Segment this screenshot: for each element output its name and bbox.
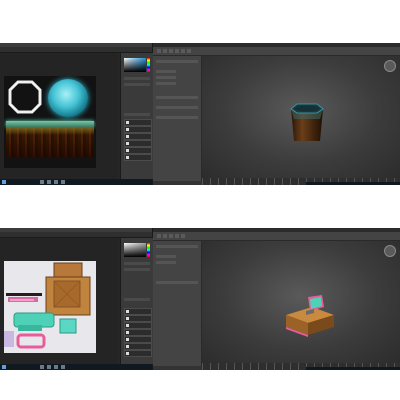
photoshop-right-panels xyxy=(120,238,153,364)
taskbar-app-icon[interactable] xyxy=(47,180,51,184)
photoshop-document-area xyxy=(0,238,118,364)
taskbar-app-icon[interactable] xyxy=(40,180,44,184)
layer-item[interactable] xyxy=(124,308,152,315)
layer-item[interactable] xyxy=(124,315,152,322)
modifier-list[interactable] xyxy=(156,96,198,99)
panel-tab-row[interactable] xyxy=(124,77,150,80)
photoshop-window xyxy=(0,228,153,370)
command-button[interactable] xyxy=(156,255,176,258)
texture-canvas[interactable] xyxy=(4,261,96,353)
layer-item[interactable] xyxy=(124,329,152,336)
screenshot-top xyxy=(0,43,400,185)
panel-tab-row[interactable] xyxy=(124,268,150,271)
layer-item[interactable] xyxy=(124,154,152,161)
taskbar-app-icon[interactable] xyxy=(54,180,58,184)
toolbar-button[interactable] xyxy=(157,49,161,53)
toolbar-button[interactable] xyxy=(181,234,185,238)
modifier-list[interactable] xyxy=(156,281,198,284)
toolbar-button[interactable] xyxy=(169,234,173,238)
3dsmax-window xyxy=(153,43,400,185)
uv-texture-layout xyxy=(4,262,91,349)
panel-tab-row[interactable] xyxy=(124,262,150,265)
barrel-model[interactable] xyxy=(287,101,327,146)
toolbar-button[interactable] xyxy=(175,234,179,238)
layer-item[interactable] xyxy=(124,140,152,147)
layer-item[interactable] xyxy=(124,119,152,126)
windows-taskbar xyxy=(0,179,152,185)
command-button[interactable] xyxy=(156,82,176,85)
toolbar-button[interactable] xyxy=(163,49,167,53)
taskbar-app-icon[interactable] xyxy=(40,365,44,369)
hue-slider[interactable] xyxy=(147,58,150,72)
panel-tab-row[interactable] xyxy=(124,83,150,86)
glow-circle-texture xyxy=(48,79,88,117)
layer-item[interactable] xyxy=(124,126,152,133)
texture-canvas[interactable] xyxy=(4,76,96,168)
cash-register-model[interactable] xyxy=(282,293,338,337)
taskbar-app-icon[interactable] xyxy=(54,365,58,369)
layer-item[interactable] xyxy=(124,350,152,357)
windows-start-icon[interactable] xyxy=(2,180,6,184)
layers-header[interactable] xyxy=(124,298,150,301)
taskbar-app-icon[interactable] xyxy=(47,365,51,369)
viewcube-icon[interactable] xyxy=(384,60,396,72)
status-bar xyxy=(153,181,202,185)
hue-slider[interactable] xyxy=(147,243,150,257)
3dsmax-main-toolbar[interactable] xyxy=(153,47,400,56)
perspective-viewport[interactable] xyxy=(202,241,400,363)
color-picker-field[interactable] xyxy=(124,243,146,257)
modifier-list[interactable] xyxy=(156,106,198,109)
command-panel xyxy=(153,241,202,366)
layer-item[interactable] xyxy=(124,147,152,154)
windows-taskbar xyxy=(0,364,152,370)
toolbar-button[interactable] xyxy=(163,234,167,238)
toolbar-button[interactable] xyxy=(169,49,173,53)
3dsmax-taskbar xyxy=(306,182,400,185)
modifier-list[interactable] xyxy=(156,116,198,119)
toolbar-button[interactable] xyxy=(187,49,191,53)
taskbar-app-icon[interactable] xyxy=(61,180,65,184)
3dsmax-main-toolbar[interactable] xyxy=(153,232,400,241)
layer-item[interactable] xyxy=(124,133,152,140)
layer-item[interactable] xyxy=(124,336,152,343)
3dsmax-taskbar xyxy=(306,367,400,370)
toolbar-button[interactable] xyxy=(181,49,185,53)
layer-item[interactable] xyxy=(124,322,152,329)
command-tab-row[interactable] xyxy=(156,60,198,63)
layers-header[interactable] xyxy=(124,113,150,116)
status-bar xyxy=(153,366,202,370)
toolbar-button[interactable] xyxy=(157,234,161,238)
viewcube-icon[interactable] xyxy=(384,245,396,257)
command-button[interactable] xyxy=(156,70,176,73)
perspective-viewport[interactable] xyxy=(202,56,400,178)
layer-item[interactable] xyxy=(124,343,152,350)
photoshop-right-panels xyxy=(120,53,153,179)
photoshop-window xyxy=(0,43,153,185)
octagon-ring-texture xyxy=(8,80,42,114)
3dsmax-window xyxy=(153,228,400,370)
command-button[interactable] xyxy=(156,76,176,79)
color-picker-field[interactable] xyxy=(124,58,146,72)
command-panel xyxy=(153,56,202,181)
screenshot-bottom xyxy=(0,228,400,370)
moss-overlay xyxy=(6,127,94,135)
command-button[interactable] xyxy=(156,261,176,264)
taskbar-app-icon[interactable] xyxy=(61,365,65,369)
photoshop-document-area xyxy=(0,53,118,179)
toolbar-button[interactable] xyxy=(175,49,179,53)
windows-start-icon[interactable] xyxy=(2,365,6,369)
command-tab-row[interactable] xyxy=(156,245,198,248)
